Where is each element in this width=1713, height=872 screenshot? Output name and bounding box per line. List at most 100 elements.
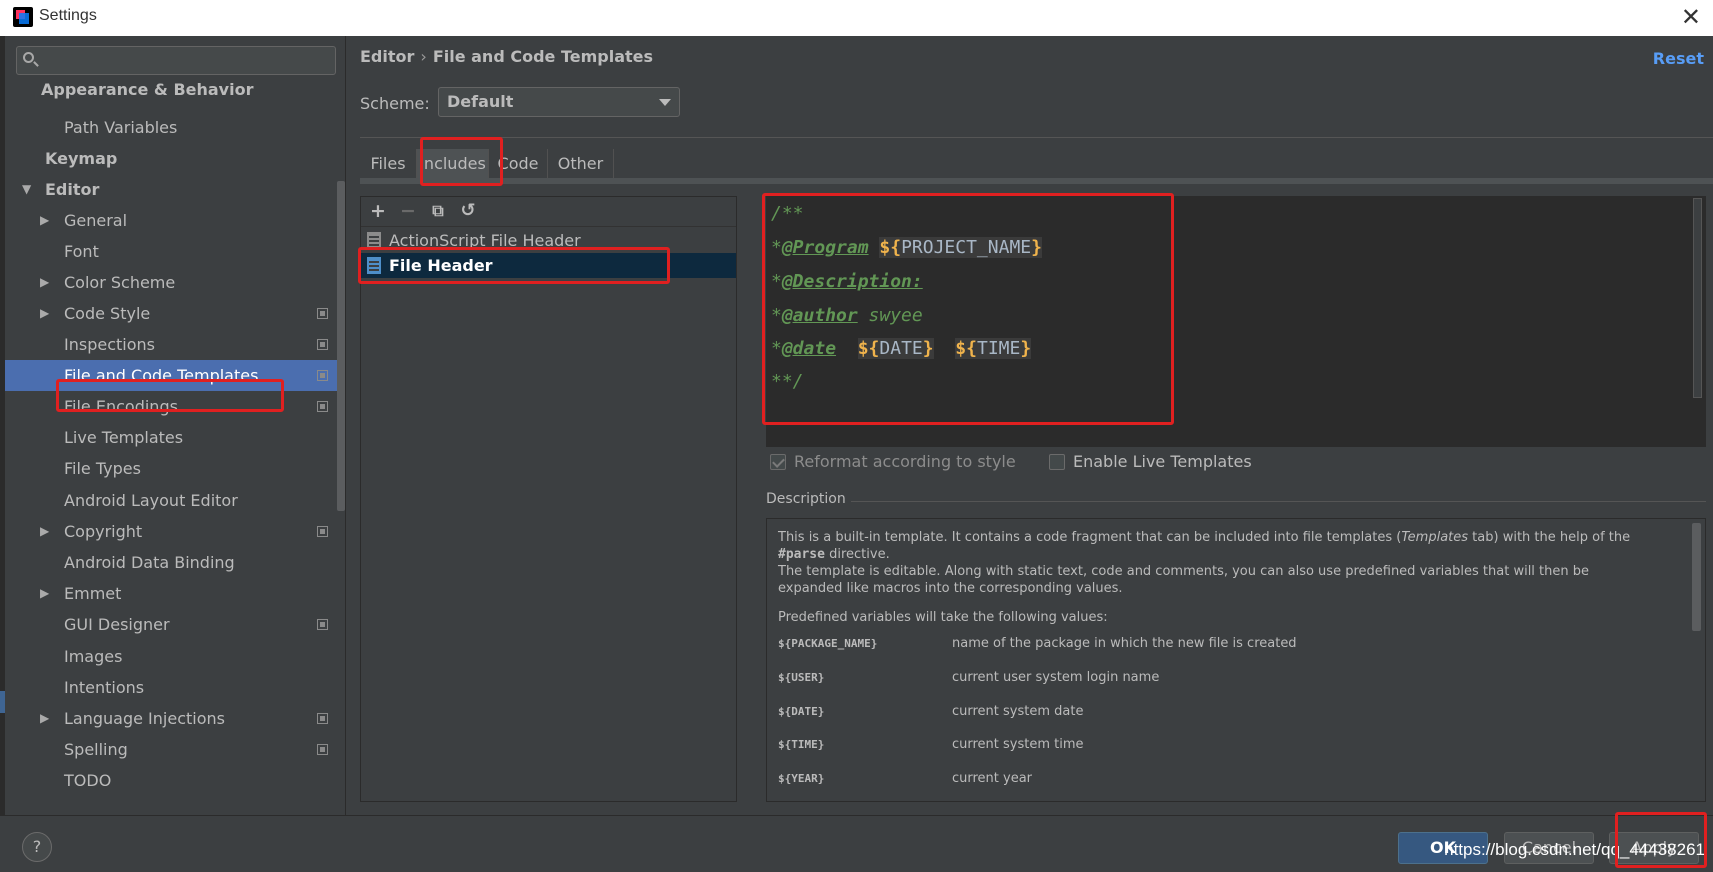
sidebar-item-live-templates[interactable]: Live Templates	[5, 422, 345, 453]
editor-scrollbar[interactable]	[1693, 198, 1702, 398]
scheme-dropdown[interactable]: Default	[438, 87, 680, 117]
sidebar-item-label: TODO	[64, 771, 112, 790]
sidebar-item-android-layout-editor[interactable]: Android Layout Editor	[5, 485, 345, 516]
title-bar: Settings ✕	[0, 0, 1713, 36]
description-paragraph: This is a built-in template. It contains…	[778, 530, 1631, 562]
tab-underline	[360, 178, 1713, 184]
template-code-editor[interactable]: /** *@Program ${PROJECT_NAME} *@Descript…	[766, 196, 1706, 447]
sidebar-item-general[interactable]: ▶ General	[5, 205, 345, 236]
sidebar-item-spelling[interactable]: Spelling	[5, 734, 345, 765]
description-panel: This is a built-in template. It contains…	[766, 518, 1706, 802]
code-variable: ${PROJECT_NAME}	[879, 237, 1042, 258]
sidebar-item-inspections[interactable]: Inspections	[5, 329, 345, 360]
code-doc-tag: @date	[781, 338, 837, 359]
sidebar-item-android-data-binding[interactable]: Android Data Binding	[5, 547, 345, 578]
sidebar-item-label: Color Scheme	[64, 273, 176, 292]
collapse-arrow-icon[interactable]: ▶	[40, 298, 49, 329]
sidebar-item-label: Keymap	[45, 149, 118, 168]
scheme-label: Scheme:	[360, 94, 430, 113]
sidebar-item-gui-designer[interactable]: GUI Designer	[5, 609, 345, 640]
sidebar-item-label: Spelling	[64, 740, 128, 759]
sidebar-item-code-style[interactable]: ▶ Code Style	[5, 298, 345, 329]
sidebar-item-editor[interactable]: ▼ Editor	[5, 174, 345, 205]
sidebar-item-keymap[interactable]: Keymap	[5, 143, 345, 174]
collapse-arrow-icon[interactable]: ▶	[40, 578, 49, 609]
sidebar-item-emmet[interactable]: ▶ Emmet	[5, 578, 345, 609]
sidebar-item-file-types[interactable]: File Types	[5, 453, 345, 484]
template-file-icon	[367, 232, 381, 249]
sidebar-item-label: Android Data Binding	[64, 553, 235, 572]
description-paragraph: Predefined variables will take the follo…	[778, 610, 1108, 625]
tab-includes[interactable]: Includes	[417, 149, 489, 178]
copy-template-button[interactable]: ⧉	[427, 200, 449, 222]
remove-template-button[interactable]: −	[397, 200, 419, 222]
reset-template-button[interactable]: ↺	[457, 200, 479, 222]
close-icon[interactable]: ✕	[1681, 4, 1701, 30]
sidebar-item-label: General	[64, 211, 128, 230]
sidebar-item-todo[interactable]: TODO	[5, 765, 345, 796]
tab-other[interactable]: Other	[548, 149, 614, 178]
reformat-checkbox[interactable]	[770, 454, 786, 470]
code-doc-tag: @Description:	[781, 271, 923, 292]
collapse-arrow-icon[interactable]: ▶	[40, 516, 49, 547]
code-comment: *	[771, 237, 782, 258]
sidebar-item-images[interactable]: Images	[5, 641, 345, 672]
breadcrumb-parent[interactable]: Editor	[360, 47, 414, 66]
sidebar-item-path-variables[interactable]: Path Variables	[5, 112, 345, 143]
reformat-checkbox-row[interactable]: Reformat according to style	[770, 450, 1016, 474]
collapse-arrow-icon[interactable]: ▶	[40, 267, 49, 298]
list-item-label: File Header	[389, 256, 493, 275]
code-line: *@Description:	[771, 268, 923, 296]
tab-files[interactable]: Files	[360, 149, 417, 178]
project-scope-icon	[317, 713, 328, 724]
expand-arrow-icon[interactable]: ▼	[22, 174, 31, 205]
description-paragraph: The template is editable. Along with sta…	[778, 564, 1590, 596]
search-icon	[23, 52, 34, 63]
list-item[interactable]: File Header	[361, 253, 736, 278]
sidebar-item-label: Live Templates	[64, 428, 184, 447]
sidebar-item-copyright[interactable]: ▶ Copyright	[5, 516, 345, 547]
sidebar-item-intentions[interactable]: Intentions	[5, 672, 345, 703]
code-doc-tag: @author	[781, 305, 858, 326]
add-template-button[interactable]: +	[367, 200, 389, 222]
description-scrollbar[interactable]	[1692, 523, 1701, 631]
list-item[interactable]: ActionScript File Header	[361, 228, 736, 253]
reset-link[interactable]: Reset	[1653, 49, 1704, 68]
sidebar-item-appearance-behavior[interactable]: Appearance & Behavior	[5, 74, 345, 105]
code-line: *@date ${DATE} ${TIME}	[771, 335, 1032, 363]
live-templates-checkbox[interactable]	[1049, 454, 1065, 470]
search-input[interactable]	[49, 50, 329, 72]
breadcrumb-separator: ›	[420, 47, 427, 66]
variable-name: ${USER}	[778, 671, 825, 684]
project-scope-icon	[317, 339, 328, 350]
code-comment: **/	[771, 371, 804, 392]
sidebar-item-file-encodings[interactable]: File Encodings	[5, 391, 345, 422]
sidebar-item-color-scheme[interactable]: ▶ Color Scheme	[5, 267, 345, 298]
sidebar-item-label: Language Injections	[64, 709, 225, 728]
sidebar-item-file-and-code-templates[interactable]: File and Code Templates	[5, 360, 345, 391]
help-button[interactable]: ?	[22, 832, 52, 862]
window-title: Settings	[39, 7, 97, 24]
code-variable: ${DATE}	[857, 338, 934, 359]
sidebar-item-label: Inspections	[64, 335, 155, 354]
sidebar-scrollbar[interactable]	[337, 181, 345, 511]
sidebar-item-language-injections[interactable]: ▶ Language Injections	[5, 703, 345, 734]
variable-description: current system date	[952, 704, 1084, 719]
sidebar-item-label: GUI Designer	[64, 615, 170, 634]
variable-name: ${DATE}	[778, 705, 825, 718]
collapse-arrow-icon[interactable]: ▶	[40, 205, 49, 236]
project-scope-icon	[317, 308, 328, 319]
collapse-arrow-icon[interactable]: ▶	[40, 703, 49, 734]
watermark-url: https://blog.csdn.net/qq_44438261	[1444, 840, 1705, 859]
template-file-icon	[367, 257, 381, 274]
variable-name: ${PACKAGE_NAME}	[778, 637, 878, 650]
intellij-logo-icon	[13, 7, 33, 27]
template-tabs: Files Includes Code Other	[360, 149, 1713, 178]
sidebar-item-font[interactable]: Font	[5, 236, 345, 267]
template-list-panel: + − ⧉ ↺ ActionScript File Header File He…	[360, 196, 737, 802]
description-title: Description	[766, 491, 846, 507]
project-scope-icon	[317, 526, 328, 537]
tab-code[interactable]: Code	[489, 149, 548, 178]
live-templates-checkbox-row[interactable]: Enable Live Templates	[1049, 450, 1252, 474]
sidebar-item-label: Appearance & Behavior	[41, 80, 254, 99]
